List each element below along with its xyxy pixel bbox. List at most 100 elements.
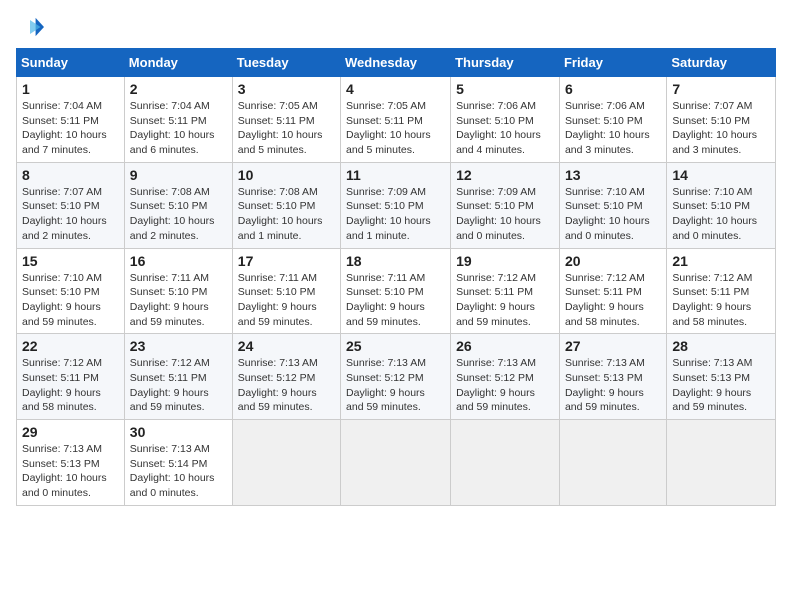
day-detail: Sunrise: 7:11 AMSunset: 5:10 PMDaylight:… xyxy=(238,272,317,328)
calendar-cell: 21 Sunrise: 7:12 AMSunset: 5:11 PMDaylig… xyxy=(667,248,776,334)
day-number: 28 xyxy=(672,338,770,354)
day-detail: Sunrise: 7:13 AMSunset: 5:12 PMDaylight:… xyxy=(346,357,426,413)
day-detail: Sunrise: 7:07 AMSunset: 5:10 PMDaylight:… xyxy=(672,100,757,156)
calendar-week-row: 15 Sunrise: 7:10 AMSunset: 5:10 PMDaylig… xyxy=(17,248,776,334)
day-number: 5 xyxy=(456,81,554,97)
day-detail: Sunrise: 7:04 AMSunset: 5:11 PMDaylight:… xyxy=(130,100,215,156)
day-number: 2 xyxy=(130,81,227,97)
logo-icon xyxy=(16,16,44,38)
day-number: 29 xyxy=(22,424,119,440)
day-number: 21 xyxy=(672,253,770,269)
day-detail: Sunrise: 7:05 AMSunset: 5:11 PMDaylight:… xyxy=(346,100,431,156)
calendar-cell xyxy=(667,420,776,506)
header xyxy=(16,16,776,38)
calendar-cell: 8 Sunrise: 7:07 AMSunset: 5:10 PMDayligh… xyxy=(17,162,125,248)
calendar-cell: 4 Sunrise: 7:05 AMSunset: 5:11 PMDayligh… xyxy=(341,77,451,163)
calendar-cell: 18 Sunrise: 7:11 AMSunset: 5:10 PMDaylig… xyxy=(341,248,451,334)
calendar-cell: 2 Sunrise: 7:04 AMSunset: 5:11 PMDayligh… xyxy=(124,77,232,163)
day-detail: Sunrise: 7:11 AMSunset: 5:10 PMDaylight:… xyxy=(130,272,209,328)
day-number: 30 xyxy=(130,424,227,440)
day-detail: Sunrise: 7:12 AMSunset: 5:11 PMDaylight:… xyxy=(672,272,752,328)
day-number: 17 xyxy=(238,253,335,269)
day-detail: Sunrise: 7:12 AMSunset: 5:11 PMDaylight:… xyxy=(456,272,536,328)
calendar-cell xyxy=(232,420,340,506)
calendar-cell: 14 Sunrise: 7:10 AMSunset: 5:10 PMDaylig… xyxy=(667,162,776,248)
calendar-cell: 17 Sunrise: 7:11 AMSunset: 5:10 PMDaylig… xyxy=(232,248,340,334)
calendar-cell: 22 Sunrise: 7:12 AMSunset: 5:11 PMDaylig… xyxy=(17,334,125,420)
day-number: 22 xyxy=(22,338,119,354)
day-detail: Sunrise: 7:06 AMSunset: 5:10 PMDaylight:… xyxy=(565,100,650,156)
day-number: 24 xyxy=(238,338,335,354)
calendar-cell: 16 Sunrise: 7:11 AMSunset: 5:10 PMDaylig… xyxy=(124,248,232,334)
day-number: 9 xyxy=(130,167,227,183)
calendar-cell: 5 Sunrise: 7:06 AMSunset: 5:10 PMDayligh… xyxy=(451,77,560,163)
day-detail: Sunrise: 7:07 AMSunset: 5:10 PMDaylight:… xyxy=(22,186,107,242)
calendar-cell: 25 Sunrise: 7:13 AMSunset: 5:12 PMDaylig… xyxy=(341,334,451,420)
day-detail: Sunrise: 7:08 AMSunset: 5:10 PMDaylight:… xyxy=(238,186,323,242)
calendar-table: SundayMondayTuesdayWednesdayThursdayFrid… xyxy=(16,48,776,506)
weekday-header-cell: Friday xyxy=(559,49,666,77)
calendar-cell: 3 Sunrise: 7:05 AMSunset: 5:11 PMDayligh… xyxy=(232,77,340,163)
day-number: 14 xyxy=(672,167,770,183)
day-detail: Sunrise: 7:10 AMSunset: 5:10 PMDaylight:… xyxy=(22,272,102,328)
calendar-cell: 12 Sunrise: 7:09 AMSunset: 5:10 PMDaylig… xyxy=(451,162,560,248)
day-number: 15 xyxy=(22,253,119,269)
calendar-cell xyxy=(451,420,560,506)
day-number: 18 xyxy=(346,253,445,269)
weekday-header-cell: Monday xyxy=(124,49,232,77)
calendar-cell: 6 Sunrise: 7:06 AMSunset: 5:10 PMDayligh… xyxy=(559,77,666,163)
day-number: 10 xyxy=(238,167,335,183)
day-number: 19 xyxy=(456,253,554,269)
day-detail: Sunrise: 7:13 AMSunset: 5:13 PMDaylight:… xyxy=(672,357,752,413)
day-detail: Sunrise: 7:10 AMSunset: 5:10 PMDaylight:… xyxy=(565,186,650,242)
calendar-cell: 11 Sunrise: 7:09 AMSunset: 5:10 PMDaylig… xyxy=(341,162,451,248)
weekday-header-cell: Sunday xyxy=(17,49,125,77)
day-detail: Sunrise: 7:13 AMSunset: 5:14 PMDaylight:… xyxy=(130,443,215,499)
calendar-week-row: 29 Sunrise: 7:13 AMSunset: 5:13 PMDaylig… xyxy=(17,420,776,506)
calendar-cell: 20 Sunrise: 7:12 AMSunset: 5:11 PMDaylig… xyxy=(559,248,666,334)
weekday-header-cell: Wednesday xyxy=(341,49,451,77)
day-detail: Sunrise: 7:05 AMSunset: 5:11 PMDaylight:… xyxy=(238,100,323,156)
calendar-cell: 30 Sunrise: 7:13 AMSunset: 5:14 PMDaylig… xyxy=(124,420,232,506)
calendar-week-row: 22 Sunrise: 7:12 AMSunset: 5:11 PMDaylig… xyxy=(17,334,776,420)
calendar-body: 1 Sunrise: 7:04 AMSunset: 5:11 PMDayligh… xyxy=(17,77,776,506)
day-detail: Sunrise: 7:13 AMSunset: 5:12 PMDaylight:… xyxy=(456,357,536,413)
day-detail: Sunrise: 7:12 AMSunset: 5:11 PMDaylight:… xyxy=(565,272,645,328)
day-number: 11 xyxy=(346,167,445,183)
day-detail: Sunrise: 7:09 AMSunset: 5:10 PMDaylight:… xyxy=(456,186,541,242)
day-detail: Sunrise: 7:08 AMSunset: 5:10 PMDaylight:… xyxy=(130,186,215,242)
day-number: 13 xyxy=(565,167,661,183)
day-detail: Sunrise: 7:12 AMSunset: 5:11 PMDaylight:… xyxy=(130,357,210,413)
calendar-cell: 26 Sunrise: 7:13 AMSunset: 5:12 PMDaylig… xyxy=(451,334,560,420)
weekday-header-cell: Tuesday xyxy=(232,49,340,77)
day-detail: Sunrise: 7:09 AMSunset: 5:10 PMDaylight:… xyxy=(346,186,431,242)
day-detail: Sunrise: 7:13 AMSunset: 5:13 PMDaylight:… xyxy=(22,443,107,499)
calendar-cell: 13 Sunrise: 7:10 AMSunset: 5:10 PMDaylig… xyxy=(559,162,666,248)
calendar-cell: 15 Sunrise: 7:10 AMSunset: 5:10 PMDaylig… xyxy=(17,248,125,334)
day-number: 26 xyxy=(456,338,554,354)
day-detail: Sunrise: 7:11 AMSunset: 5:10 PMDaylight:… xyxy=(346,272,425,328)
day-detail: Sunrise: 7:12 AMSunset: 5:11 PMDaylight:… xyxy=(22,357,102,413)
calendar-cell: 27 Sunrise: 7:13 AMSunset: 5:13 PMDaylig… xyxy=(559,334,666,420)
day-detail: Sunrise: 7:06 AMSunset: 5:10 PMDaylight:… xyxy=(456,100,541,156)
calendar-cell: 24 Sunrise: 7:13 AMSunset: 5:12 PMDaylig… xyxy=(232,334,340,420)
day-detail: Sunrise: 7:13 AMSunset: 5:13 PMDaylight:… xyxy=(565,357,645,413)
calendar-cell: 7 Sunrise: 7:07 AMSunset: 5:10 PMDayligh… xyxy=(667,77,776,163)
calendar-week-row: 1 Sunrise: 7:04 AMSunset: 5:11 PMDayligh… xyxy=(17,77,776,163)
weekday-header-cell: Saturday xyxy=(667,49,776,77)
day-number: 23 xyxy=(130,338,227,354)
calendar-cell: 29 Sunrise: 7:13 AMSunset: 5:13 PMDaylig… xyxy=(17,420,125,506)
day-detail: Sunrise: 7:10 AMSunset: 5:10 PMDaylight:… xyxy=(672,186,757,242)
calendar-cell xyxy=(341,420,451,506)
day-number: 7 xyxy=(672,81,770,97)
calendar-cell: 1 Sunrise: 7:04 AMSunset: 5:11 PMDayligh… xyxy=(17,77,125,163)
weekday-header-cell: Thursday xyxy=(451,49,560,77)
day-number: 8 xyxy=(22,167,119,183)
calendar-cell: 10 Sunrise: 7:08 AMSunset: 5:10 PMDaylig… xyxy=(232,162,340,248)
calendar-cell: 9 Sunrise: 7:08 AMSunset: 5:10 PMDayligh… xyxy=(124,162,232,248)
day-number: 27 xyxy=(565,338,661,354)
day-number: 20 xyxy=(565,253,661,269)
calendar-cell: 28 Sunrise: 7:13 AMSunset: 5:13 PMDaylig… xyxy=(667,334,776,420)
calendar-week-row: 8 Sunrise: 7:07 AMSunset: 5:10 PMDayligh… xyxy=(17,162,776,248)
day-number: 12 xyxy=(456,167,554,183)
